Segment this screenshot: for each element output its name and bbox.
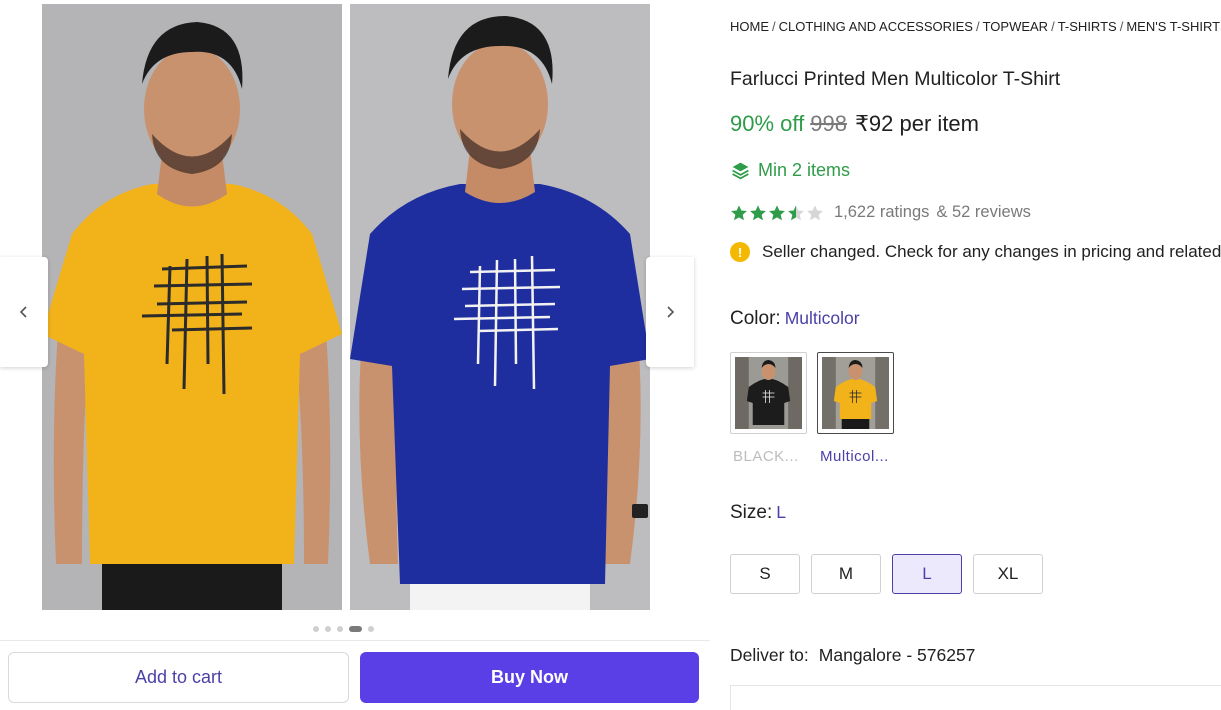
color-option-black[interactable] <box>730 352 807 434</box>
pagination-dot[interactable] <box>313 626 319 632</box>
star-rating <box>730 204 824 222</box>
size-option-xl[interactable]: XL <box>973 554 1043 594</box>
min-items-text: Min 2 items <box>758 160 851 180</box>
product-title: Farlucci Printed Men Multicolor T-Shirt <box>730 68 1061 90</box>
delivery-row[interactable]: Deliver to: Mangalore - 576257 <box>730 645 975 666</box>
buy-now-button[interactable]: Buy Now <box>360 652 699 703</box>
breadcrumb-item-topwear[interactable]: TOPWEAR <box>983 19 1049 34</box>
product-image-yellow[interactable] <box>42 4 342 610</box>
info-icon: ! <box>730 242 750 262</box>
deliver-to-label: Deliver to: <box>730 645 809 665</box>
size-option-s[interactable]: S <box>730 554 800 594</box>
color-label: Color: <box>730 308 781 329</box>
gallery-next-button[interactable] <box>646 257 694 367</box>
color-option-label-multicolor: Multicol... <box>820 448 889 465</box>
size-label: Size: <box>730 502 773 523</box>
breadcrumb-item-mens-tshirts[interactable]: MEN'S T-SHIRTS <box>1126 19 1221 34</box>
price-row: 90% off 998 ₹92 per item <box>730 111 979 137</box>
rating-row[interactable]: 1,622 ratings & 52 reviews <box>730 203 1037 222</box>
pagination-dot[interactable] <box>368 626 374 632</box>
gallery-prev-button[interactable] <box>0 257 48 367</box>
product-image-blue[interactable] <box>350 4 650 610</box>
delivery-box <box>730 685 1221 710</box>
blue-tshirt-photo <box>350 4 650 610</box>
add-to-cart-button[interactable]: Add to cart <box>8 652 349 703</box>
yellow-tshirt-photo <box>42 4 342 610</box>
star-empty-icon <box>807 204 823 220</box>
pagination-dot[interactable] <box>325 626 331 632</box>
color-option-multicolor[interactable] <box>817 352 894 434</box>
size-label-row: Size: L <box>730 502 786 524</box>
ratings-count: 1,622 ratings <box>834 203 930 221</box>
yellow-tshirt-thumbnail <box>822 357 889 429</box>
star-filled-icon <box>769 204 785 220</box>
color-selected-value: Multicolor <box>784 308 860 328</box>
breadcrumb: HOME / CLOTHING AND ACCESSORIES / TOPWEAR / T-… <box>730 19 1221 34</box>
product-gallery <box>0 0 710 640</box>
breadcrumb-item-home[interactable]: HOME <box>730 19 769 34</box>
star-half-icon <box>788 204 804 220</box>
star-filled-icon <box>750 204 766 220</box>
breadcrumb-item-tshirts[interactable]: T-SHIRTS <box>1058 19 1117 34</box>
delivery-location: Mangalore - 576257 <box>818 645 976 665</box>
layers-icon <box>732 162 749 180</box>
seller-notice: ! Seller changed. Check for any changes … <box>730 242 1221 262</box>
divider <box>0 640 710 641</box>
chevron-left-icon <box>19 306 27 318</box>
color-label-row: Color: Multicolor <box>730 308 860 330</box>
min-items-badge: Min 2 items <box>730 160 850 181</box>
gallery-pagination <box>313 626 374 632</box>
pagination-dot[interactable] <box>337 626 343 632</box>
size-selected-value: L <box>776 502 786 522</box>
star-filled-icon <box>731 204 747 220</box>
color-option-label-black: BLACK... <box>733 448 799 465</box>
discount-label: 90% off <box>730 111 805 136</box>
size-option-m[interactable]: M <box>811 554 881 594</box>
size-option-l[interactable]: L <box>892 554 962 594</box>
product-details: HOME / CLOTHING AND ACCESSORIES / TOPWEAR / T-… <box>730 0 1221 710</box>
chevron-right-icon <box>667 306 675 318</box>
reviews-count: & 52 reviews <box>936 203 1031 221</box>
selling-price: ₹92 per item <box>854 111 979 136</box>
breadcrumb-item-clothing[interactable]: CLOTHING AND ACCESSORIES <box>779 19 973 34</box>
pagination-dot[interactable] <box>349 626 362 632</box>
mrp-price: 998 <box>810 111 847 136</box>
black-tshirt-thumbnail <box>735 357 802 429</box>
seller-notice-text: Seller changed. Check for any changes in… <box>762 242 1221 261</box>
